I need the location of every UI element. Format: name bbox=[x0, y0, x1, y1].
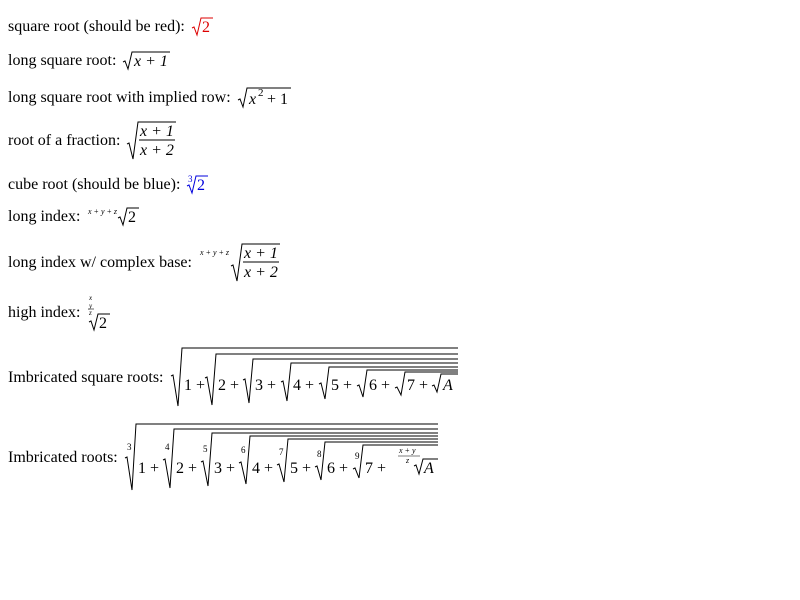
row-imbricated-square-roots: Imbricated square roots: 1 + 2 + 3 + 4 +… bbox=[8, 346, 460, 410]
root-index: 3 bbox=[188, 174, 193, 184]
term: 7 + bbox=[365, 460, 386, 477]
term: 1 + bbox=[138, 460, 159, 477]
radicand: 2 bbox=[197, 177, 205, 194]
term: 2 + bbox=[176, 460, 197, 477]
root-index: 8 bbox=[317, 449, 322, 459]
term: 7 + bbox=[407, 377, 428, 394]
row-cube-root-blue: cube root (should be blue): 3 2 bbox=[8, 174, 210, 196]
index-x: x bbox=[88, 294, 93, 302]
index-z: z bbox=[88, 309, 92, 317]
numerator: x + 1 bbox=[139, 123, 174, 140]
row-long-square-root-implied: long square root with implied row: x 2 +… bbox=[8, 86, 293, 110]
index-numerator: x + y bbox=[398, 446, 416, 455]
row-long-index-complex: long index w/ complex base: x + y + z x … bbox=[8, 242, 282, 284]
row-label: long index w/ complex base: bbox=[8, 254, 192, 271]
radicand: 2 bbox=[99, 315, 107, 332]
row-label: high index: bbox=[8, 304, 81, 321]
math-high-index-root: x y z 2 bbox=[86, 292, 112, 334]
term: 4 + bbox=[293, 377, 314, 394]
root-index: 3 bbox=[127, 442, 132, 452]
term: 4 + bbox=[252, 460, 273, 477]
row-square-root-red: square root (should be red): 2 bbox=[8, 16, 215, 38]
root-index: 6 bbox=[241, 445, 246, 455]
row-imbricated-roots: Imbricated roots: 3 4 5 6 7 8 9 1 + 2 + … bbox=[8, 422, 440, 494]
row-high-index: high index: x y z 2 bbox=[8, 292, 112, 334]
row-label: Imbricated roots: bbox=[8, 449, 118, 466]
radicand: 2 bbox=[128, 209, 136, 226]
row-label: long square root with implied row: bbox=[8, 89, 231, 106]
root-index: 5 bbox=[203, 444, 208, 454]
root-index: 7 bbox=[279, 447, 284, 457]
base-x: x bbox=[248, 91, 256, 108]
root-index: x + y + z bbox=[87, 207, 118, 216]
math-long-index-root: x + y + z 2 bbox=[86, 206, 142, 228]
math-sqrt-2-red: 2 bbox=[191, 16, 215, 38]
row-label: cube root (should be blue): bbox=[8, 176, 181, 193]
math-long-index-fraction-root: x + y + z x + 1 x + 2 bbox=[198, 242, 282, 284]
innermost-radicand: A bbox=[442, 377, 453, 394]
math-nested-square-roots: 1 + 2 + 3 + 4 + 5 + 6 + 7 + A bbox=[170, 346, 460, 410]
row-label: square root (should be red): bbox=[8, 18, 185, 35]
plus-one: + 1 bbox=[267, 91, 288, 108]
math-sqrt-fraction: x + 1 x + 2 bbox=[126, 120, 178, 162]
radicand: x + 1 bbox=[133, 53, 168, 70]
math-sqrt-x2-plus-1: x 2 + 1 bbox=[237, 86, 293, 110]
term: 6 + bbox=[327, 460, 348, 477]
math-cbrt-2-blue: 3 2 bbox=[186, 174, 210, 196]
term: 1 + bbox=[184, 377, 205, 394]
row-label: Imbricated square roots: bbox=[8, 369, 164, 386]
term: 2 + bbox=[218, 377, 239, 394]
radicand: 2 bbox=[202, 19, 210, 36]
root-index: 9 bbox=[355, 451, 360, 461]
innermost-radicand: A bbox=[423, 460, 434, 477]
exponent: 2 bbox=[258, 87, 264, 99]
term: 5 + bbox=[331, 377, 352, 394]
root-index: 4 bbox=[165, 442, 170, 452]
term: 6 + bbox=[369, 377, 390, 394]
row-label: long index: bbox=[8, 208, 81, 225]
root-index: x + y + z bbox=[199, 248, 230, 257]
denominator: x + 2 bbox=[243, 264, 278, 281]
row-label: root of a fraction: bbox=[8, 132, 121, 149]
math-sqrt-x-plus-1: x + 1 bbox=[122, 50, 172, 72]
math-nested-roots: 3 4 5 6 7 8 9 1 + 2 + 3 + 4 + 5 + 6 + 7 … bbox=[124, 422, 440, 494]
term: 3 + bbox=[214, 460, 235, 477]
denominator: x + 2 bbox=[139, 142, 174, 159]
row-long-index: long index: x + y + z 2 bbox=[8, 206, 142, 228]
index-denominator: z bbox=[405, 456, 410, 465]
numerator: x + 1 bbox=[243, 245, 278, 262]
row-long-square-root: long square root: x + 1 bbox=[8, 50, 172, 72]
term: 3 + bbox=[255, 377, 276, 394]
term: 5 + bbox=[290, 460, 311, 477]
row-label: long square root: bbox=[8, 52, 117, 69]
row-root-of-fraction: root of a fraction: x + 1 x + 2 bbox=[8, 120, 178, 162]
